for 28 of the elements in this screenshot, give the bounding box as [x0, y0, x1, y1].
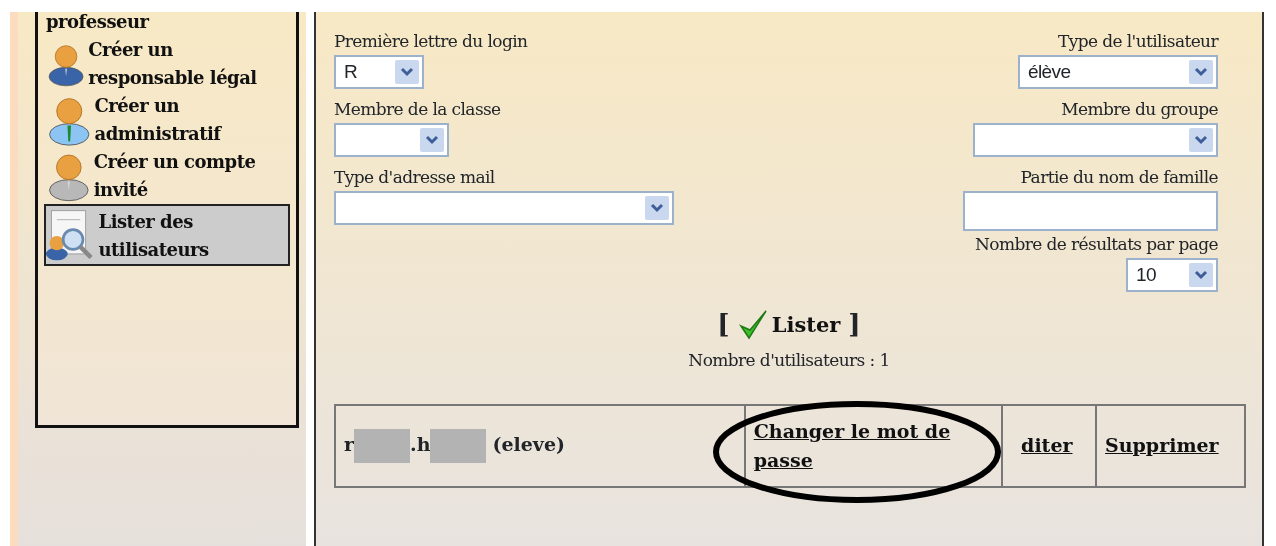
bracket-text: [: [717, 308, 730, 341]
field-label: Type d'adresse mail: [334, 166, 495, 189]
select-field[interactable]: 10: [1126, 258, 1218, 292]
sidebar-link[interactable]: professeur: [46, 12, 149, 36]
sidebar-link[interactable]: Créer un administratif: [94, 92, 288, 148]
redaction-block: [430, 428, 487, 463]
username-text: .h: [410, 432, 431, 455]
sidebar-item[interactable]: Lister des utilisateurs: [44, 204, 290, 266]
field-label: Nombre de résultats par page: [975, 233, 1218, 256]
field-label: Première lettre du login: [334, 30, 528, 53]
field-label: Membre de la classe: [334, 98, 501, 121]
user-count: Nombre d'utilisateurs : 1: [687, 349, 891, 372]
select-field[interactable]: [973, 123, 1218, 157]
select-field[interactable]: R: [334, 55, 424, 89]
field-label: Partie du nom de famille: [1020, 166, 1218, 189]
bracket-text: ]: [848, 308, 861, 341]
username-text: (eleve): [492, 432, 565, 455]
field-label: Type de l'utilisateur: [1057, 30, 1218, 53]
sidebar-link[interactable]: Créer un compte invité: [93, 148, 288, 204]
select-field[interactable]: élève: [1018, 55, 1218, 89]
select-field[interactable]: [334, 123, 449, 157]
list-link[interactable]: Lister: [737, 307, 841, 342]
select-field[interactable]: [334, 191, 674, 225]
sidebar-link[interactable]: Créer un responsable légal: [88, 36, 288, 92]
username-text: r: [344, 432, 354, 455]
field-label: Membre du groupe: [1061, 98, 1218, 121]
text-field[interactable]: [963, 191, 1218, 231]
redaction-block: [354, 428, 410, 463]
